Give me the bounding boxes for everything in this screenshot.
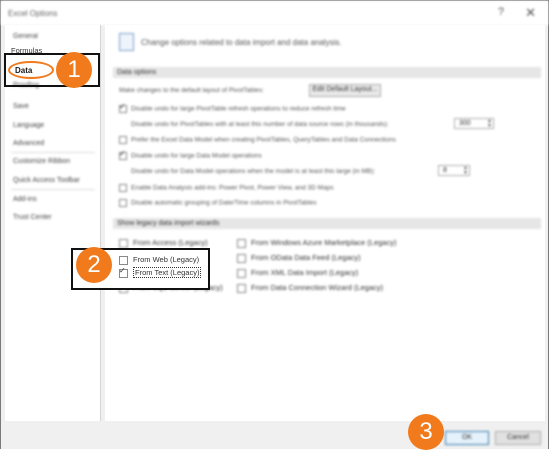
checkbox[interactable] [237, 238, 246, 248]
option-label: Enable Data Analysis add-ins: Power Pivo… [131, 184, 334, 192]
legacy-option-xml-import[interactable]: From XML Data Import (Legacy) [237, 268, 358, 278]
checkbox[interactable] [237, 253, 246, 263]
close-icon[interactable]: ✕ [525, 5, 536, 21]
sidebar-item-trust-center[interactable]: Trust Center [13, 214, 52, 221]
option-row[interactable]: Prefer the Excel Data Model when creatin… [119, 136, 396, 144]
edit-default-layout-button[interactable]: Edit Default Layout... [309, 84, 381, 97]
legacy-option-web[interactable]: From Web (Legacy) [119, 255, 199, 265]
checkbox[interactable] [119, 238, 128, 248]
sidebar-item-quick-access-toolbar[interactable]: Quick Access Toolbar [13, 177, 80, 184]
step-2-badge: 2 [76, 247, 112, 283]
help-icon[interactable]: ? [498, 6, 504, 18]
legacy-option-text[interactable]: From Text (Legacy) [119, 266, 202, 278]
option-label: Disable automatic grouping of Date/Time … [131, 199, 317, 207]
checkbox[interactable] [237, 283, 246, 293]
sidebar-item-language[interactable]: Language [13, 122, 44, 129]
rows-threshold-spinner[interactable]: 300 ▲ ▼ [454, 118, 494, 129]
title-bar: Excel Options ? ✕ [1, 1, 548, 25]
legacy-option-azure-marketplace[interactable]: From Windows Azure Marketplace (Legacy) [237, 238, 396, 248]
spinner-arrows-icon[interactable]: ▲ ▼ [463, 166, 468, 176]
checkbox[interactable] [119, 184, 127, 192]
window-title: Excel Options [8, 9, 58, 18]
model-size-spinner[interactable]: 8 ▲ ▼ [438, 165, 470, 176]
option-label: From Access (Legacy) [133, 238, 208, 247]
legacy-option-odata-feed[interactable]: From OData Data Feed (Legacy) [237, 253, 361, 263]
option-row[interactable]: Disable undo for large PivotTable refres… [119, 102, 346, 113]
option-row[interactable]: Disable undo for PivotTables with at lea… [131, 121, 389, 128]
step-1-badge: 1 [56, 52, 92, 88]
option-label: From Windows Azure Marketplace (Legacy) [251, 238, 397, 247]
checkbox[interactable] [119, 149, 127, 160]
option-label: From XML Data Import (Legacy) [251, 268, 359, 277]
option-label: Disable undo for Data Model operations w… [131, 168, 376, 175]
options-content: Change options related to data import an… [105, 25, 545, 421]
option-label: From Text (Legacy) [133, 267, 202, 278]
default-layout-label: Make changes to the default layout of Pi… [119, 87, 264, 94]
sidebar-item-save[interactable]: Save [13, 103, 29, 110]
option-label: From Data Connection Wizard (Legacy) [251, 283, 384, 292]
step-3-badge: 3 [408, 414, 444, 450]
option-label: Disable undo for PivotTables with at lea… [131, 121, 389, 128]
option-label: Disable undo for large Data Model operat… [131, 152, 262, 160]
sidebar-item-general[interactable]: General [13, 33, 38, 40]
data-options-icon [119, 33, 134, 51]
checkbox[interactable] [119, 266, 128, 278]
option-row[interactable]: Enable Data Analysis add-ins: Power Pivo… [119, 184, 334, 192]
cancel-button[interactable]: Cancel [495, 431, 541, 445]
ok-button[interactable]: OK [445, 431, 489, 445]
spinner-value: 300 [459, 120, 471, 127]
option-row[interactable]: Disable undo for Data Model operations w… [131, 168, 375, 175]
option-label: Disable undo for large PivotTable refres… [131, 105, 346, 113]
section-data-options: Data options [113, 67, 541, 78]
option-label: From OData Data Feed (Legacy) [251, 253, 361, 262]
spinner-arrows-icon[interactable]: ▲ ▼ [487, 119, 492, 129]
sidebar-item-advanced[interactable]: Advanced [13, 140, 44, 147]
legacy-option-access[interactable]: From Access (Legacy) [119, 238, 208, 248]
option-label: Prefer the Excel Data Model when creatin… [131, 136, 396, 144]
checkbox[interactable] [237, 268, 246, 278]
checkbox[interactable] [119, 199, 127, 207]
option-row[interactable]: Disable automatic grouping of Date/Time … [119, 199, 316, 207]
sidebar-item-customize-ribbon[interactable]: Customize Ribbon [13, 158, 70, 165]
page-description: Change options related to data import an… [141, 38, 342, 47]
option-row[interactable]: Disable undo for large Data Model operat… [119, 149, 262, 160]
checkbox[interactable] [119, 136, 127, 144]
checkbox[interactable] [119, 255, 128, 265]
checkbox[interactable] [119, 102, 127, 113]
sidebar-divider [11, 189, 95, 190]
sidebar-divider [11, 152, 95, 153]
sidebar-item-add-ins[interactable]: Add-ins [13, 196, 37, 203]
section-legacy-wizards: Show legacy data import wizards [113, 218, 541, 229]
option-label: From Web (Legacy) [133, 255, 200, 264]
legacy-option-data-connection-wizard[interactable]: From Data Connection Wizard (Legacy) [237, 283, 383, 293]
sidebar-item-data[interactable]: Data [15, 66, 32, 75]
spinner-value: 8 [443, 167, 447, 174]
